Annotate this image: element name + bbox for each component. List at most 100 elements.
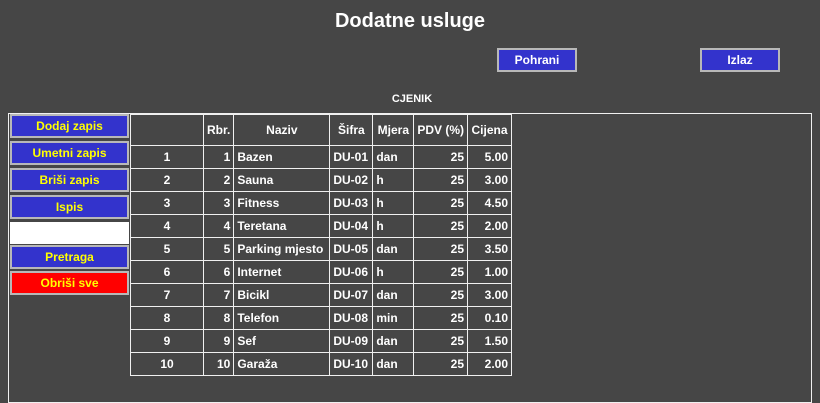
cell-rbr[interactable]: 3 xyxy=(202,191,235,215)
column-header-pdv: PDV (%) xyxy=(413,114,469,146)
cell-mjera[interactable]: h xyxy=(372,168,415,192)
cell-index[interactable]: 6 xyxy=(130,260,204,284)
cell-naziv[interactable]: Parking mjesto xyxy=(233,237,331,261)
cell-cijena[interactable]: 0.10 xyxy=(467,306,513,330)
table-row[interactable]: 2 2 Sauna DU-02 h 25 3.00 xyxy=(130,168,513,192)
cell-mjera[interactable]: min xyxy=(372,306,415,330)
cell-cijena[interactable]: 2.00 xyxy=(467,214,513,238)
cell-cijena[interactable]: 3.50 xyxy=(467,237,513,261)
search-button[interactable]: Pretraga xyxy=(10,245,129,269)
cell-pdv[interactable]: 25 xyxy=(413,283,469,307)
cell-cijena[interactable]: 1.50 xyxy=(467,329,513,353)
table-row[interactable]: 3 3 Fitness DU-03 h 25 4.50 xyxy=(130,191,513,215)
cell-pdv[interactable]: 25 xyxy=(413,191,469,215)
cell-pdv[interactable]: 25 xyxy=(413,329,469,353)
column-header-index xyxy=(130,114,204,146)
column-header-naziv: Naziv xyxy=(233,114,331,146)
cell-pdv[interactable]: 25 xyxy=(413,214,469,238)
cell-cijena[interactable]: 5.00 xyxy=(467,145,513,169)
price-list-table: Rbr. Naziv Šifra Mjera PDV (%) Cijena 11… xyxy=(130,114,513,376)
cell-cijena[interactable]: 4.50 xyxy=(467,191,513,215)
table-header-row: Rbr. Naziv Šifra Mjera PDV (%) Cijena xyxy=(130,114,513,146)
column-header-mjera: Mjera xyxy=(372,114,415,146)
cell-sifra[interactable]: DU-08 xyxy=(329,306,374,330)
cell-pdv[interactable]: 25 xyxy=(413,145,469,169)
cell-index[interactable]: 4 xyxy=(130,214,204,238)
cell-mjera[interactable]: dan xyxy=(372,237,415,261)
page-title: Dodatne usluge xyxy=(334,10,485,32)
cell-cijena[interactable]: 3.00 xyxy=(467,168,513,192)
cell-naziv[interactable]: Internet xyxy=(233,260,331,284)
exit-button[interactable]: Izlaz xyxy=(700,48,780,72)
cell-index[interactable]: 9 xyxy=(130,329,204,353)
column-header-cijena: Cijena xyxy=(467,114,513,146)
cell-pdv[interactable]: 25 xyxy=(413,168,469,192)
cell-sifra[interactable]: DU-01 xyxy=(329,145,374,169)
cell-mjera[interactable]: h xyxy=(372,214,415,238)
save-button[interactable]: Pohrani xyxy=(497,48,577,72)
cell-naziv[interactable]: Bazen xyxy=(233,145,331,169)
table-row[interactable]: 6 6 Internet DU-06 h 25 1.00 xyxy=(130,260,513,284)
cell-pdv[interactable]: 25 xyxy=(413,352,469,376)
cell-sifra[interactable]: DU-10 xyxy=(329,352,374,376)
section-title: CJENIK xyxy=(391,93,433,105)
cell-mjera[interactable]: h xyxy=(372,191,415,215)
table-row[interactable]: 1 1 Bazen DU-01 dan 25 5.00 xyxy=(130,145,513,169)
cell-pdv[interactable]: 25 xyxy=(413,237,469,261)
cell-rbr[interactable]: 9 xyxy=(202,329,235,353)
cell-naziv[interactable]: Fitness xyxy=(233,191,331,215)
column-header-sifra: Šifra xyxy=(329,114,374,146)
delete-record-button[interactable]: Briši zapis xyxy=(10,168,129,192)
cell-mjera[interactable]: dan xyxy=(372,145,415,169)
search-input[interactable] xyxy=(10,222,129,244)
cell-sifra[interactable]: DU-02 xyxy=(329,168,374,192)
cell-rbr[interactable]: 2 xyxy=(202,168,235,192)
column-header-rbr: Rbr. xyxy=(202,114,235,146)
cell-naziv[interactable]: Garaža xyxy=(233,352,331,376)
cell-pdv[interactable]: 25 xyxy=(413,260,469,284)
cell-naziv[interactable]: Sef xyxy=(233,329,331,353)
cell-index[interactable]: 10 xyxy=(130,352,204,376)
cell-rbr[interactable]: 4 xyxy=(202,214,235,238)
table-row[interactable]: 5 5 Parking mjesto DU-05 dan 25 3.50 xyxy=(130,237,513,261)
cell-mjera[interactable]: dan xyxy=(372,352,415,376)
cell-index[interactable]: 5 xyxy=(130,237,204,261)
cell-naziv[interactable]: Teretana xyxy=(233,214,331,238)
clear-all-button[interactable]: Obriši sve xyxy=(10,271,129,295)
add-record-button[interactable]: Dodaj zapis xyxy=(10,114,129,138)
cell-mjera[interactable]: h xyxy=(372,260,415,284)
cell-cijena[interactable]: 1.00 xyxy=(467,260,513,284)
table-row[interactable]: 7 7 Bicikl DU-07 dan 25 3.00 xyxy=(130,283,513,307)
cell-sifra[interactable]: DU-04 xyxy=(329,214,374,238)
cell-index[interactable]: 7 xyxy=(130,283,204,307)
cell-rbr[interactable]: 6 xyxy=(202,260,235,284)
table-row[interactable]: 9 9 Sef DU-09 dan 25 1.50 xyxy=(130,329,513,353)
cell-mjera[interactable]: dan xyxy=(372,283,415,307)
print-button[interactable]: Ispis xyxy=(10,195,129,219)
cell-rbr[interactable]: 10 xyxy=(202,352,235,376)
table-row[interactable]: 4 4 Teretana DU-04 h 25 2.00 xyxy=(130,214,513,238)
table-row[interactable]: 8 8 Telefon DU-08 min 25 0.10 xyxy=(130,306,513,330)
cell-index[interactable]: 1 xyxy=(130,145,204,169)
cell-index[interactable]: 8 xyxy=(130,306,204,330)
cell-sifra[interactable]: DU-07 xyxy=(329,283,374,307)
cell-rbr[interactable]: 1 xyxy=(202,145,235,169)
cell-sifra[interactable]: DU-09 xyxy=(329,329,374,353)
cell-index[interactable]: 3 xyxy=(130,191,204,215)
cell-pdv[interactable]: 25 xyxy=(413,306,469,330)
cell-rbr[interactable]: 8 xyxy=(202,306,235,330)
cell-rbr[interactable]: 5 xyxy=(202,237,235,261)
cell-naziv[interactable]: Sauna xyxy=(233,168,331,192)
cell-cijena[interactable]: 2.00 xyxy=(467,352,513,376)
cell-sifra[interactable]: DU-03 xyxy=(329,191,374,215)
insert-record-button[interactable]: Umetni zapis xyxy=(10,141,129,165)
cell-index[interactable]: 2 xyxy=(130,168,204,192)
cell-cijena[interactable]: 3.00 xyxy=(467,283,513,307)
cell-sifra[interactable]: DU-06 xyxy=(329,260,374,284)
table-row[interactable]: 10 10 Garaža DU-10 dan 25 2.00 xyxy=(130,352,513,376)
cell-naziv[interactable]: Bicikl xyxy=(233,283,331,307)
cell-mjera[interactable]: dan xyxy=(372,329,415,353)
cell-rbr[interactable]: 7 xyxy=(202,283,235,307)
cell-sifra[interactable]: DU-05 xyxy=(329,237,374,261)
cell-naziv[interactable]: Telefon xyxy=(233,306,331,330)
